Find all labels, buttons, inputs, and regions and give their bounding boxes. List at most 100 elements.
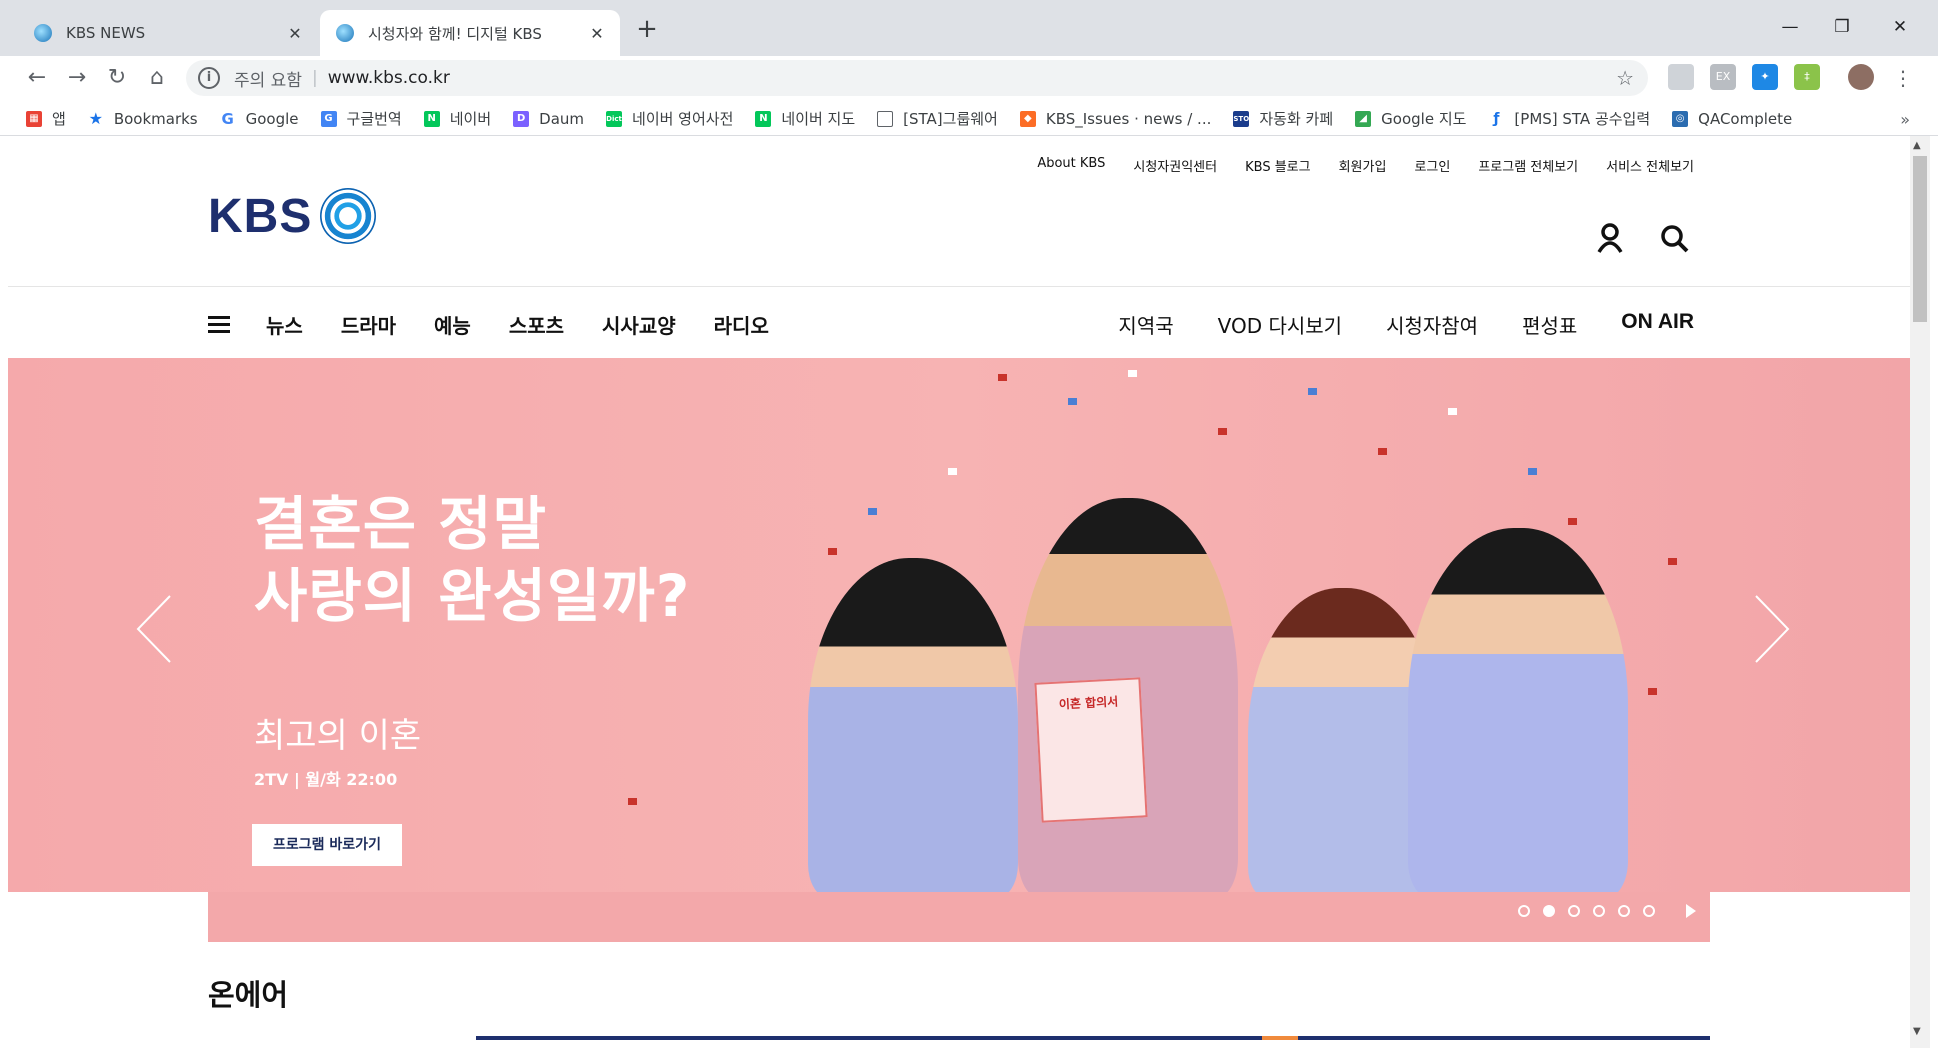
slide-dot[interactable] — [1518, 905, 1530, 917]
confetti — [1448, 408, 1457, 415]
bookmark-item[interactable]: ◆ KBS_Issues · news / ... — [1019, 110, 1211, 128]
nav-item-vod[interactable]: VOD 다시보기 — [1218, 310, 1342, 339]
naver-icon: N — [755, 110, 772, 127]
bookmark-item[interactable]: [STA]그룹웨어 — [877, 108, 998, 129]
bookmark-item[interactable]: ★ Bookmarks — [88, 110, 198, 128]
utility-link[interactable]: 회원가입 — [1339, 156, 1387, 175]
bookmark-label: Google 지도 — [1381, 110, 1467, 128]
nav-item-viewer-participation[interactable]: 시청자참여 — [1386, 310, 1478, 339]
nav-item-sports[interactable]: 스포츠 — [509, 310, 564, 339]
confetti — [1068, 398, 1077, 405]
slide-dot[interactable] — [1568, 905, 1580, 917]
bookmark-label: Google — [245, 109, 299, 128]
hero-banner[interactable]: 이혼 합의서 결혼은 정말 사랑의 완성일까? 최고의 이혼 2TV | 월/화… — [8, 358, 1910, 892]
bookmark-item[interactable]: ▦ 앱 — [26, 108, 66, 129]
bookmark-label: Daum — [539, 109, 585, 128]
menu-kebab-icon[interactable]: ⋮ — [1886, 61, 1920, 95]
bookmark-label: 네이버 지도 — [781, 110, 856, 128]
nav-item-on-air[interactable]: ON AIR — [1621, 310, 1694, 339]
profile-avatar[interactable] — [1848, 64, 1874, 90]
slide-dot[interactable] — [1618, 905, 1630, 917]
bookmark-item[interactable]: ƒ [PMS] STA 공수입력 — [1488, 108, 1650, 129]
bookmark-item[interactable]: Dict 네이버 영어사전 — [606, 108, 733, 129]
bookmark-item[interactable]: ◢ Google 지도 — [1355, 108, 1466, 129]
extension-ex-icon[interactable]: EX — [1710, 64, 1736, 90]
back-button[interactable]: ← — [20, 61, 54, 95]
next-slide-arrow-icon[interactable] — [1752, 594, 1792, 664]
confetti — [998, 374, 1007, 381]
confetti — [948, 468, 957, 475]
utility-link[interactable]: 로그인 — [1414, 156, 1450, 175]
address-bar[interactable]: i 주의 요함 | www.kbs.co.kr ☆ — [186, 60, 1648, 96]
bookmarks-bar: ▦ 앱 ★ Bookmarks G Google G 구글번역 N 네이버 D Daum D… — [0, 102, 1938, 136]
confetti — [868, 508, 877, 515]
cast-figure — [808, 558, 1018, 892]
url-text[interactable]: www.kbs.co.kr — [328, 68, 450, 88]
nav-item-drama[interactable]: 드라마 — [341, 310, 396, 339]
minimize-button[interactable]: — — [1770, 12, 1810, 42]
close-window-button[interactable]: ✕ — [1880, 12, 1920, 42]
scroll-down-icon[interactable]: ▼ — [1913, 1026, 1921, 1037]
bookmark-item[interactable]: G Google — [220, 109, 299, 128]
extension-ladder-icon[interactable]: ‡ — [1794, 64, 1820, 90]
forward-button[interactable]: → — [60, 61, 94, 95]
kbs-logo[interactable]: KBS — [208, 188, 377, 244]
page-icon — [877, 110, 894, 127]
bookmark-item[interactable]: D Daum — [513, 110, 584, 128]
tab-kbs-digital[interactable]: 시청자와 함께! 디지털 KBS ✕ — [320, 10, 620, 56]
confetti — [1568, 518, 1577, 525]
close-icon[interactable]: ✕ — [282, 24, 308, 43]
bookmarks-overflow-button[interactable]: » — [1900, 110, 1910, 129]
cast-figure — [1408, 528, 1628, 892]
translate-icon: G — [320, 110, 337, 127]
slide-dot-active[interactable] — [1543, 905, 1555, 917]
go-to-program-button[interactable]: 프로그램 바로가기 — [252, 824, 402, 866]
utility-link[interactable]: 프로그램 전체보기 — [1478, 156, 1578, 175]
nav-item-entertainment[interactable]: 예능 — [434, 310, 471, 339]
search-icon[interactable] — [1658, 222, 1690, 254]
play-icon[interactable] — [1686, 904, 1696, 918]
apps-grid-icon: ▦ — [26, 110, 42, 127]
bookmark-item[interactable]: STOP 자동화 카페 — [1233, 108, 1333, 129]
prev-slide-arrow-icon[interactable] — [134, 594, 174, 664]
scroll-up-icon[interactable]: ▲ — [1913, 140, 1921, 151]
hero-title-line: 사랑의 완성일까? — [254, 562, 691, 630]
nav-item-schedule[interactable]: 편성표 — [1522, 310, 1577, 339]
section-title-onair: 온에어 — [208, 978, 289, 1012]
nav-item-current-affairs[interactable]: 시사교양 — [602, 310, 676, 339]
nav-item-news[interactable]: 뉴스 — [266, 310, 303, 339]
utility-link[interactable]: 서비스 전체보기 — [1606, 156, 1694, 175]
close-icon[interactable]: ✕ — [584, 24, 610, 43]
reload-button[interactable]: ↻ — [100, 61, 134, 95]
kbs-favicon-icon — [336, 24, 354, 42]
bookmark-item[interactable]: N 네이버 — [423, 108, 491, 129]
utility-link[interactable]: About KBS — [1037, 156, 1105, 175]
hero-banner-extension — [208, 892, 1710, 942]
kbs-favicon-icon — [34, 24, 52, 42]
tab-kbs-news[interactable]: KBS NEWS ✕ — [18, 10, 318, 56]
slide-dot[interactable] — [1593, 905, 1605, 917]
bookmark-item[interactable]: N 네이버 지도 — [755, 108, 855, 129]
bookmark-label: 구글번역 — [346, 110, 402, 128]
confetti — [1378, 448, 1387, 455]
scrollbar-thumb[interactable] — [1913, 156, 1927, 322]
utility-link[interactable]: 시청자권익센터 — [1133, 156, 1217, 175]
home-button[interactable]: ⌂ — [140, 61, 174, 95]
hamburger-menu-icon[interactable] — [208, 312, 230, 337]
info-icon[interactable]: i — [198, 67, 220, 89]
extension-icon[interactable] — [1668, 64, 1694, 90]
nav-item-regional[interactable]: 지역국 — [1118, 310, 1173, 339]
user-icon[interactable] — [1594, 222, 1626, 254]
bookmark-label: 네이버 영어사전 — [632, 110, 734, 128]
new-tab-button[interactable]: + — [632, 14, 662, 44]
bookmark-item[interactable]: ◎ QAComplete — [1672, 110, 1792, 128]
nav-item-radio[interactable]: 라디오 — [714, 310, 769, 339]
bookmark-star-icon[interactable]: ☆ — [1616, 66, 1634, 90]
maps-icon: ◢ — [1355, 110, 1372, 127]
slide-dot[interactable] — [1643, 905, 1655, 917]
restore-button[interactable]: ❐ — [1822, 12, 1862, 42]
extension-arrow-icon[interactable]: ✦ — [1752, 64, 1778, 90]
hero-title: 결혼은 정말 사랑의 완성일까? — [254, 488, 690, 632]
bookmark-item[interactable]: G 구글번역 — [320, 108, 402, 129]
utility-link[interactable]: KBS 블로그 — [1245, 156, 1310, 175]
